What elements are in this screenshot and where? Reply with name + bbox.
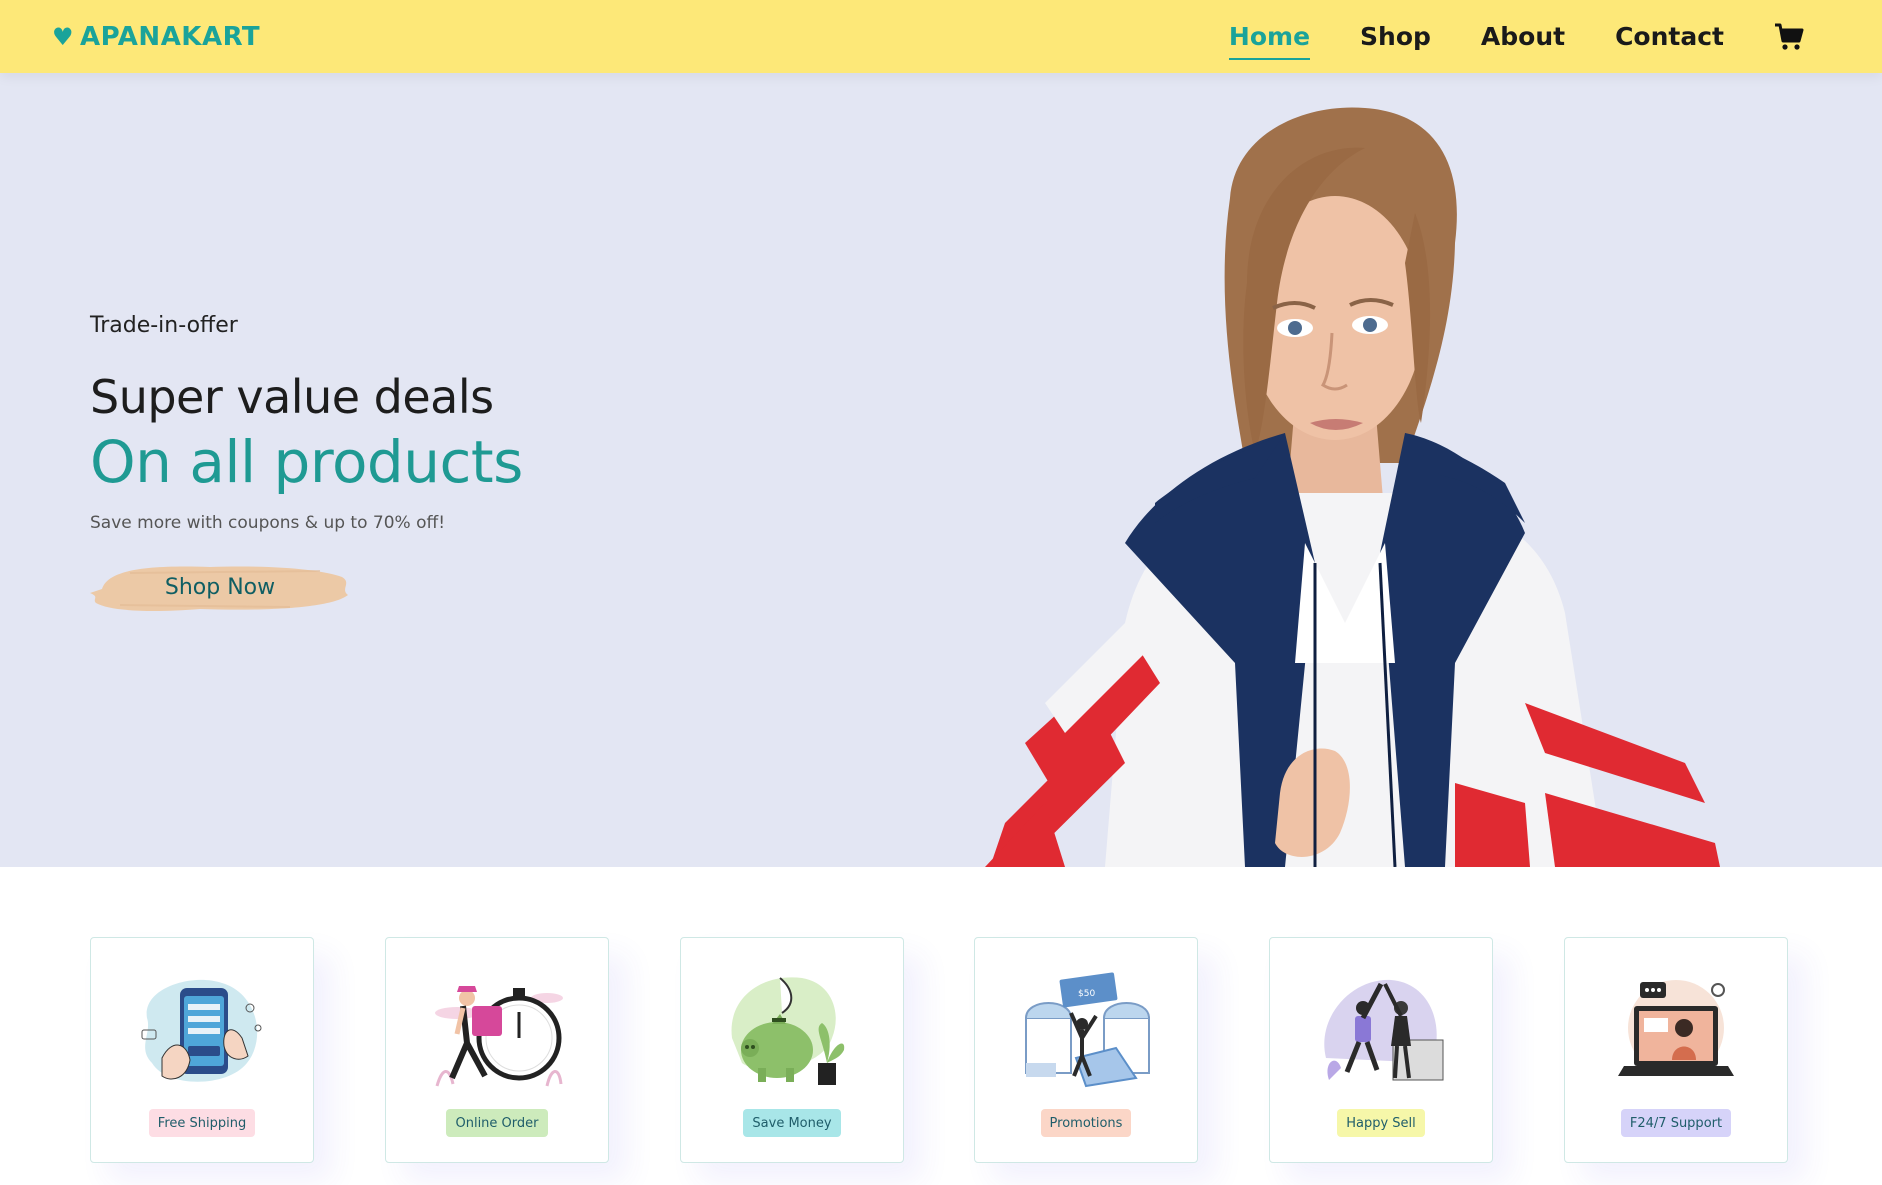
cart-icon[interactable] bbox=[1774, 23, 1804, 51]
shop-now-label: Shop Now bbox=[164, 575, 276, 601]
site-header: ♥ APANAKART Home Shop About Contact bbox=[0, 0, 1882, 73]
feature-card-happy-sell[interactable]: Happy Sell bbox=[1269, 937, 1493, 1163]
brand-logo[interactable]: ♥ APANAKART bbox=[52, 22, 260, 52]
nav-link-home[interactable]: Home bbox=[1228, 22, 1311, 60]
high-five-illustration bbox=[1324, 979, 1444, 1081]
feature-card-free-shipping[interactable]: Free Shipping bbox=[90, 937, 314, 1163]
offer-label: Trade-in-offer bbox=[90, 313, 238, 338]
support-laptop-illustration bbox=[1618, 980, 1734, 1076]
feature-card-promotions[interactable]: $50 Promotions bbox=[974, 937, 1198, 1163]
feature-card-support[interactable]: F24/7 Support bbox=[1564, 937, 1788, 1163]
nav-link-about[interactable]: About bbox=[1481, 22, 1565, 51]
hero-headline: Super value deals bbox=[90, 370, 494, 424]
hero-description: Save more with coupons & up to 70% off! bbox=[90, 512, 446, 533]
feature-card-save-money[interactable]: Save Money bbox=[680, 937, 904, 1163]
piggy-bank-illustration bbox=[731, 977, 845, 1085]
heart-icon: ♥ bbox=[52, 22, 75, 51]
delivery-stopwatch-illustration bbox=[435, 986, 563, 1087]
feature-label: Save Money bbox=[743, 1109, 841, 1137]
shop-now-button[interactable]: Shop Now bbox=[90, 559, 350, 617]
hero-subheadline: On all products bbox=[90, 427, 523, 496]
brand-name: APANAKART bbox=[80, 21, 261, 52]
nav-link-contact[interactable]: Contact bbox=[1615, 22, 1724, 51]
hero-model-image bbox=[985, 107, 1720, 867]
feature-label: Online Order bbox=[446, 1109, 548, 1137]
hero-text: Trade-in-offer Super value deals On all … bbox=[90, 313, 523, 617]
features-section: Free Shipping Online Order Save Money $5… bbox=[90, 937, 1790, 1163]
feature-label: Promotions bbox=[1040, 1109, 1132, 1137]
feature-label: Free Shipping bbox=[148, 1109, 256, 1137]
feature-label: F24/7 Support bbox=[1620, 1109, 1732, 1137]
phone-payment-illustration bbox=[141, 979, 262, 1082]
nav-link-shop[interactable]: Shop bbox=[1360, 22, 1431, 51]
hero-banner: Trade-in-offer Super value deals On all … bbox=[0, 73, 1882, 867]
promotion-illustration: $50 bbox=[1025, 972, 1150, 1088]
main-nav: Home Shop About Contact bbox=[1228, 22, 1804, 60]
svg-text:$50: $50 bbox=[1078, 989, 1095, 999]
feature-label: Happy Sell bbox=[1337, 1109, 1425, 1137]
feature-card-online-order[interactable]: Online Order bbox=[385, 937, 609, 1163]
